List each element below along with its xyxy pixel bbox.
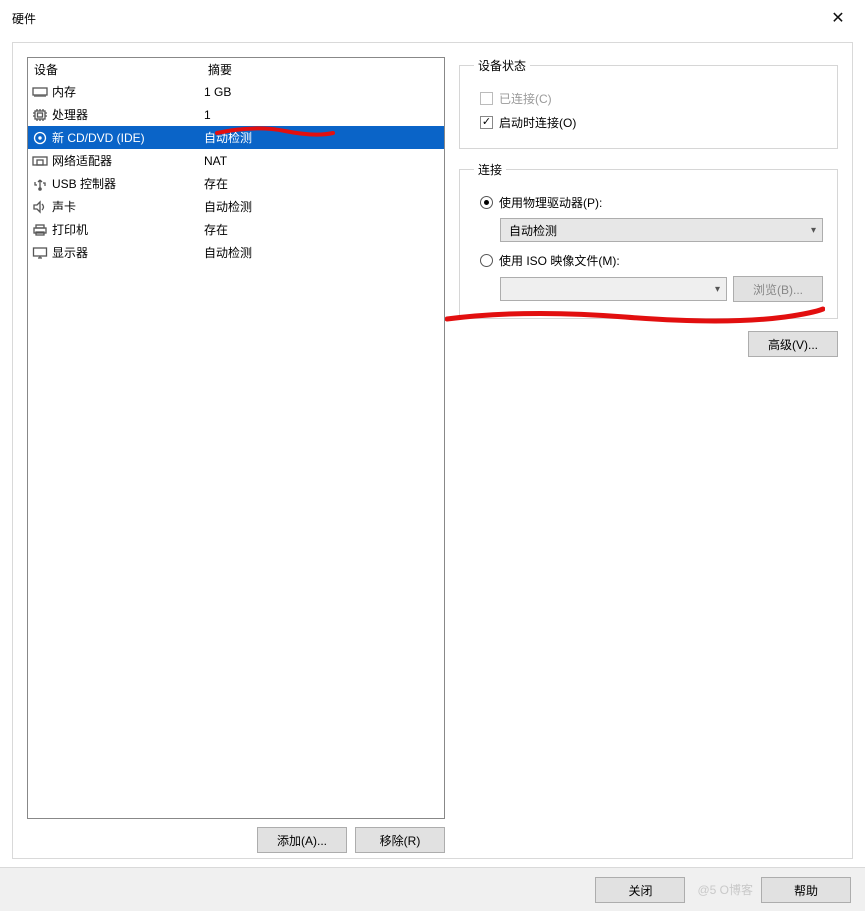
close-button[interactable]: 关闭 <box>595 877 685 903</box>
device-row[interactable]: 打印机存在 <box>28 218 444 241</box>
main-panel: 设备 摘要 内存1 GB处理器1新 CD/DVD (IDE)自动检测网络适配器N… <box>12 42 853 859</box>
display-icon <box>31 245 49 261</box>
header-device: 设备 <box>34 61 208 78</box>
list-buttons: 添加(A)... 移除(R) <box>27 827 445 853</box>
add-button[interactable]: 添加(A)... <box>257 827 347 853</box>
browse-button[interactable]: 浏览(B)... <box>733 276 823 302</box>
device-status-legend: 设备状态 <box>474 57 530 74</box>
sound-icon <box>31 199 49 215</box>
left-column: 设备 摘要 内存1 GB处理器1新 CD/DVD (IDE)自动检测网络适配器N… <box>27 57 445 844</box>
device-label: 内存 <box>52 83 204 100</box>
device-summary: 自动检测 <box>204 198 444 215</box>
device-label: 声卡 <box>52 198 204 215</box>
device-label: 网络适配器 <box>52 152 204 169</box>
iso-radio[interactable] <box>480 254 493 267</box>
device-label: 显示器 <box>52 244 204 261</box>
connect-poweron-checkbox-row[interactable]: 启动时连接(O) <box>480 112 823 132</box>
cpu-icon <box>31 107 49 123</box>
device-summary: 存在 <box>204 175 444 192</box>
device-list-header: 设备 摘要 <box>28 58 444 80</box>
chevron-down-icon: ▾ <box>715 284 720 295</box>
printer-icon <box>31 222 49 238</box>
disc-icon <box>31 130 49 146</box>
help-button[interactable]: 帮助 <box>761 877 851 903</box>
physical-drive-label: 使用物理驱动器(P): <box>499 194 602 211</box>
title-bar: 硬件 ✕ <box>0 0 865 34</box>
device-row[interactable]: 处理器1 <box>28 103 444 126</box>
device-list[interactable]: 设备 摘要 内存1 GB处理器1新 CD/DVD (IDE)自动检测网络适配器N… <box>27 57 445 819</box>
connection-group: 连接 使用物理驱动器(P): 自动检测 ▾ 使用 ISO 映像文件(M): ▾ … <box>459 161 838 319</box>
connected-checkbox[interactable] <box>480 92 493 105</box>
connect-poweron-checkbox[interactable] <box>480 116 493 129</box>
window-title: 硬件 <box>12 10 36 27</box>
device-summary: 1 <box>204 108 444 122</box>
physical-drive-combo-value: 自动检测 <box>509 222 557 239</box>
iso-label: 使用 ISO 映像文件(M): <box>499 252 620 269</box>
device-label: 新 CD/DVD (IDE) <box>52 129 204 146</box>
connected-label: 已连接(C) <box>499 90 552 107</box>
device-summary: NAT <box>204 154 444 168</box>
device-status-group: 设备状态 已连接(C) 启动时连接(O) <box>459 57 838 149</box>
remove-button[interactable]: 移除(R) <box>355 827 445 853</box>
device-summary: 1 GB <box>204 85 444 99</box>
device-summary: 自动检测 <box>204 244 444 261</box>
advanced-button[interactable]: 高级(V)... <box>748 331 838 357</box>
dialog-footer: 关闭 @5 O博客 帮助 <box>0 867 865 911</box>
chevron-down-icon: ▾ <box>811 225 816 236</box>
close-icon[interactable]: ✕ <box>823 7 853 29</box>
device-summary: 存在 <box>204 221 444 238</box>
physical-drive-radio[interactable] <box>480 196 493 209</box>
device-summary: 自动检测 <box>204 129 444 146</box>
header-summary: 摘要 <box>208 61 440 78</box>
iso-path-combo[interactable]: ▾ <box>500 277 727 301</box>
watermark-text: @5 O博客 <box>697 881 753 898</box>
connection-legend: 连接 <box>474 161 506 178</box>
device-label: 处理器 <box>52 106 204 123</box>
memory-icon <box>31 84 49 100</box>
physical-drive-combo[interactable]: 自动检测 ▾ <box>500 218 823 242</box>
physical-drive-radio-row[interactable]: 使用物理驱动器(P): <box>480 192 823 212</box>
device-label: USB 控制器 <box>52 175 204 192</box>
right-column: 设备状态 已连接(C) 启动时连接(O) 连接 使用物理驱动器(P): 自动检测… <box>459 57 838 844</box>
device-row[interactable]: 声卡自动检测 <box>28 195 444 218</box>
device-row[interactable]: 显示器自动检测 <box>28 241 444 264</box>
connected-checkbox-row[interactable]: 已连接(C) <box>480 88 823 108</box>
device-row[interactable]: 内存1 GB <box>28 80 444 103</box>
device-row[interactable]: 网络适配器NAT <box>28 149 444 172</box>
device-row[interactable]: 新 CD/DVD (IDE)自动检测 <box>28 126 444 149</box>
device-row[interactable]: USB 控制器存在 <box>28 172 444 195</box>
nic-icon <box>31 153 49 169</box>
usb-icon <box>31 176 49 192</box>
iso-radio-row[interactable]: 使用 ISO 映像文件(M): <box>480 250 823 270</box>
connect-poweron-label: 启动时连接(O) <box>499 114 576 131</box>
device-label: 打印机 <box>52 221 204 238</box>
